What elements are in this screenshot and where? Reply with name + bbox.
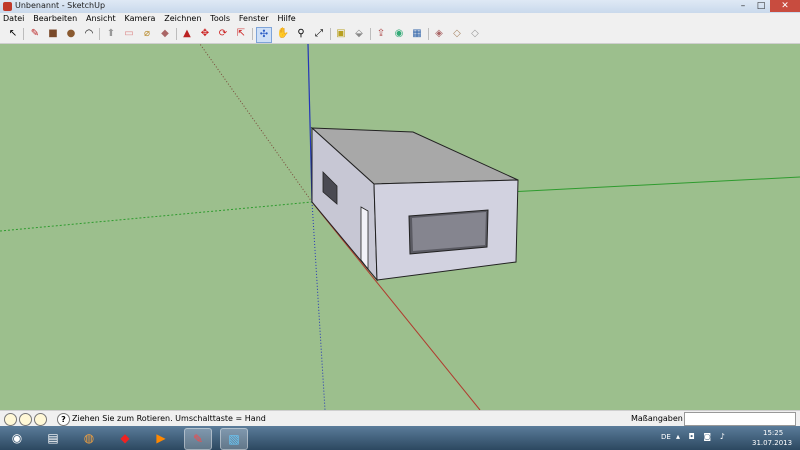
close-button[interactable]: ✕ [770,0,800,12]
app-icon[interactable]: ◆ [112,428,138,448]
circle-icon[interactable]: ● [64,27,78,41]
green-axis-negative [0,201,313,232]
arc-icon[interactable]: ◠ [82,27,96,41]
geo-location-icon[interactable] [4,413,17,426]
toolbar: ↖ ✎ ■ ● ◠ ⬆ ▭ ⌀ ◆ ▲ ✥ ⟳ ⇱ ✣ ✋ ⚲ ⤢ ▣ ⬙ ⇪ … [0,25,800,44]
paint-bucket-icon[interactable]: ◆ [158,27,172,41]
sketchup-icon[interactable]: ✎ [184,428,212,450]
3d-warehouse-icon[interactable]: ⬙ [352,27,366,41]
extension-icon[interactable]: ◇ [450,27,464,41]
get-models-icon[interactable]: ▦ [410,27,424,41]
language-indicator[interactable]: DE [661,433,671,441]
select-icon[interactable]: ↖ [6,27,20,41]
start-button[interactable]: ◉ [4,428,30,448]
extension-icon-2[interactable]: ◇ [468,27,482,41]
move-icon[interactable]: ✥ [198,27,212,41]
layout-icon[interactable]: ▧ [220,428,248,450]
place-model-icon[interactable]: ◈ [432,27,446,41]
push-pull-icon[interactable]: ⬆ [104,27,118,41]
menu-hilfe[interactable]: Hilfe [274,13,298,25]
menu-ansicht[interactable]: Ansicht [83,13,119,25]
status-bar: ? Ziehen Sie zum Rotieren. Umschalttaste… [0,410,800,427]
window-title: Unbenannt - SketchUp [15,1,106,10]
red-axis-negative [199,43,313,203]
scene-canvas[interactable] [0,43,800,411]
title-bar: Unbenannt - SketchUp – □ ✕ [0,0,800,14]
zoom-extents-icon[interactable]: ⤢ [312,27,326,41]
eraser-icon[interactable]: ▭ [122,27,136,41]
measurements-input[interactable] [684,412,796,426]
menu-datei[interactable]: Datei [0,13,27,25]
minimize-button[interactable]: – [734,0,752,12]
media-player-icon[interactable]: ▶ [148,428,174,448]
firefox-icon[interactable]: ◍ [76,428,102,448]
menu-bearbeiten[interactable]: Bearbeiten [30,13,80,25]
explorer-icon[interactable]: ▤ [40,428,66,448]
menu-bar: Datei Bearbeiten Ansicht Kamera Zeichnen… [0,13,800,25]
components-icon[interactable]: ▣ [334,27,348,41]
credits-icon[interactable] [19,413,32,426]
tray-icons[interactable]: ▴ ◘ ◙ ♪ [676,432,728,441]
side-door [360,206,369,271]
pencil-icon[interactable]: ✎ [28,27,42,41]
tape-measure-icon[interactable]: ⌀ [140,27,154,41]
google-earth-icon[interactable]: ◉ [392,27,406,41]
maximize-button[interactable]: □ [752,0,770,12]
menu-fenster[interactable]: Fenster [236,13,272,25]
pan-icon[interactable]: ✋ [276,27,290,41]
menu-tools[interactable]: Tools [207,13,233,25]
building-model [310,126,519,282]
model-viewport[interactable] [0,43,800,411]
push-pull-tool-icon[interactable]: ▲ [180,27,194,41]
measurements-label: Maßangaben [631,414,683,423]
rectangle-icon[interactable]: ■ [46,27,60,41]
menu-zeichnen[interactable]: Zeichnen [161,13,204,25]
help-icon[interactable]: ? [57,413,70,426]
user-icon[interactable] [34,413,47,426]
share-model-icon[interactable]: ⇪ [374,27,388,41]
rotate-icon[interactable]: ⟳ [216,27,230,41]
sketchup-app-icon [3,2,12,11]
zoom-icon[interactable]: ⚲ [294,27,308,41]
blue-axis-negative [311,201,326,411]
taskbar: ◉ ▤ ◍ ◆ ▶ ✎ ▧ DE ▴ ◘ ◙ ♪ 15:25 31.07.201… [0,426,800,450]
blue-axis [307,43,313,203]
status-hint: Ziehen Sie zum Rotieren. Umschalttaste =… [72,414,266,423]
clock-time[interactable]: 15:25 [763,429,783,437]
menu-kamera[interactable]: Kamera [121,13,158,25]
clock-date[interactable]: 31.07.2013 [752,439,792,447]
offset-icon[interactable]: ⇱ [234,27,248,41]
orbit-icon[interactable]: ✣ [256,27,272,43]
